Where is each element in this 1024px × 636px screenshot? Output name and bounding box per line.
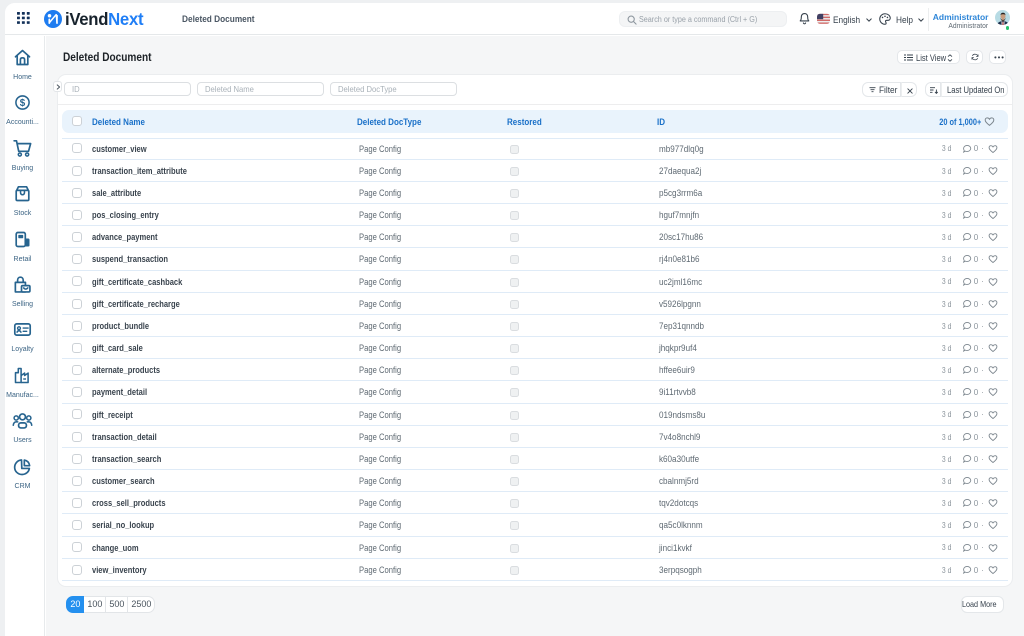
svg-text:$: $ — [20, 98, 26, 109]
